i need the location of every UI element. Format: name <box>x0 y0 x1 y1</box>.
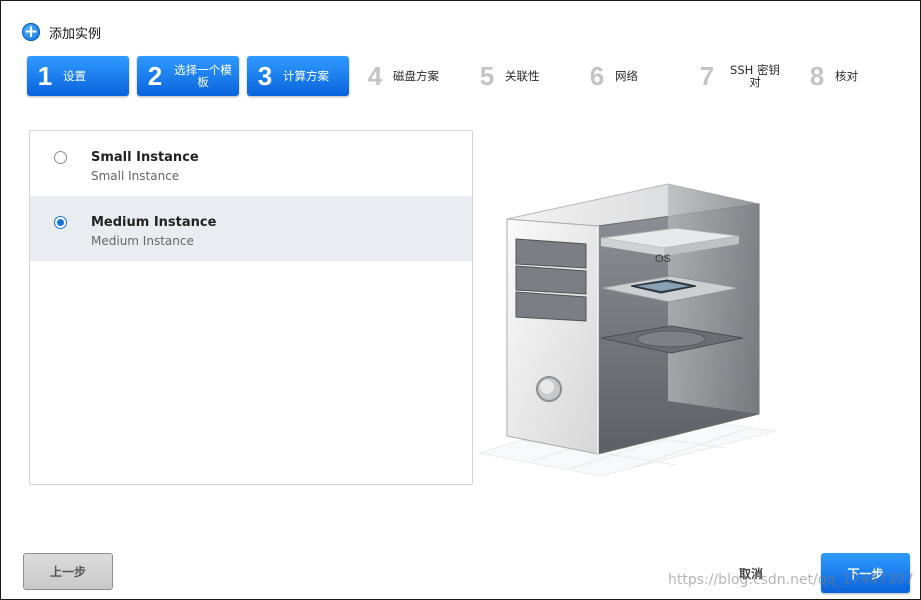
step-4[interactable]: 4 磁盘方案 <box>357 56 459 96</box>
step-number: 6 <box>589 60 605 91</box>
step-8[interactable]: 8 核对 <box>799 56 901 96</box>
step-1[interactable]: 1 设置 <box>27 56 129 96</box>
dialog-window: + 添加实例 1 设置 2 选择一个模板 3 计算方案 4 磁盘方案 5 关联性… <box>0 0 921 600</box>
step-label: 关联性 <box>505 69 540 83</box>
step-5[interactable]: 5 关联性 <box>469 56 571 96</box>
step-number: 8 <box>809 60 825 91</box>
step-label: 核对 <box>835 69 858 83</box>
offering-name: Medium Instance <box>91 215 217 230</box>
next-button[interactable]: 下一步 <box>821 553 910 593</box>
step-label: SSH 密钥对 <box>730 63 780 89</box>
offering-option-medium[interactable]: Medium Instance Medium Instance <box>30 196 472 261</box>
step-number: 5 <box>479 60 495 91</box>
add-icon: + <box>22 22 40 42</box>
step-number: 4 <box>367 60 383 91</box>
os-label: OS <box>655 253 671 265</box>
offering-radio-medium[interactable] <box>54 216 67 229</box>
offering-description: Small Instance <box>91 169 180 183</box>
cancel-button[interactable]: 取消 <box>728 563 774 583</box>
offering-name: Small Instance <box>91 150 199 165</box>
step-label: 选择一个模板 <box>174 63 232 89</box>
server-illustration: OS <box>478 183 777 477</box>
step-number: 2 <box>147 60 163 91</box>
offering-option-small[interactable]: Small Instance Small Instance <box>30 131 472 196</box>
step-number: 1 <box>37 60 53 91</box>
compute-offering-list: Small Instance Small Instance Medium Ins… <box>29 130 473 485</box>
step-label: 磁盘方案 <box>393 69 439 83</box>
previous-button[interactable]: 上一步 <box>23 553 113 590</box>
step-label: 设置 <box>63 69 86 83</box>
wizard-steps: 1 设置 2 选择一个模板 3 计算方案 4 磁盘方案 5 关联性 6 网络 7… <box>27 56 907 96</box>
step-number: 3 <box>257 60 273 91</box>
step-3[interactable]: 3 计算方案 <box>247 56 349 96</box>
step-7[interactable]: 7 SSH 密钥对 <box>689 56 791 96</box>
offering-radio-small[interactable] <box>54 151 67 164</box>
step-label: 计算方案 <box>283 69 329 83</box>
step-label: 网络 <box>615 69 638 83</box>
step-2[interactable]: 2 选择一个模板 <box>137 56 239 96</box>
offering-description: Medium Instance <box>91 234 194 248</box>
step-number: 7 <box>699 60 715 91</box>
dialog-header: + 添加实例 <box>22 21 101 43</box>
step-6[interactable]: 6 网络 <box>579 56 681 96</box>
dialog-title: 添加实例 <box>49 26 102 42</box>
